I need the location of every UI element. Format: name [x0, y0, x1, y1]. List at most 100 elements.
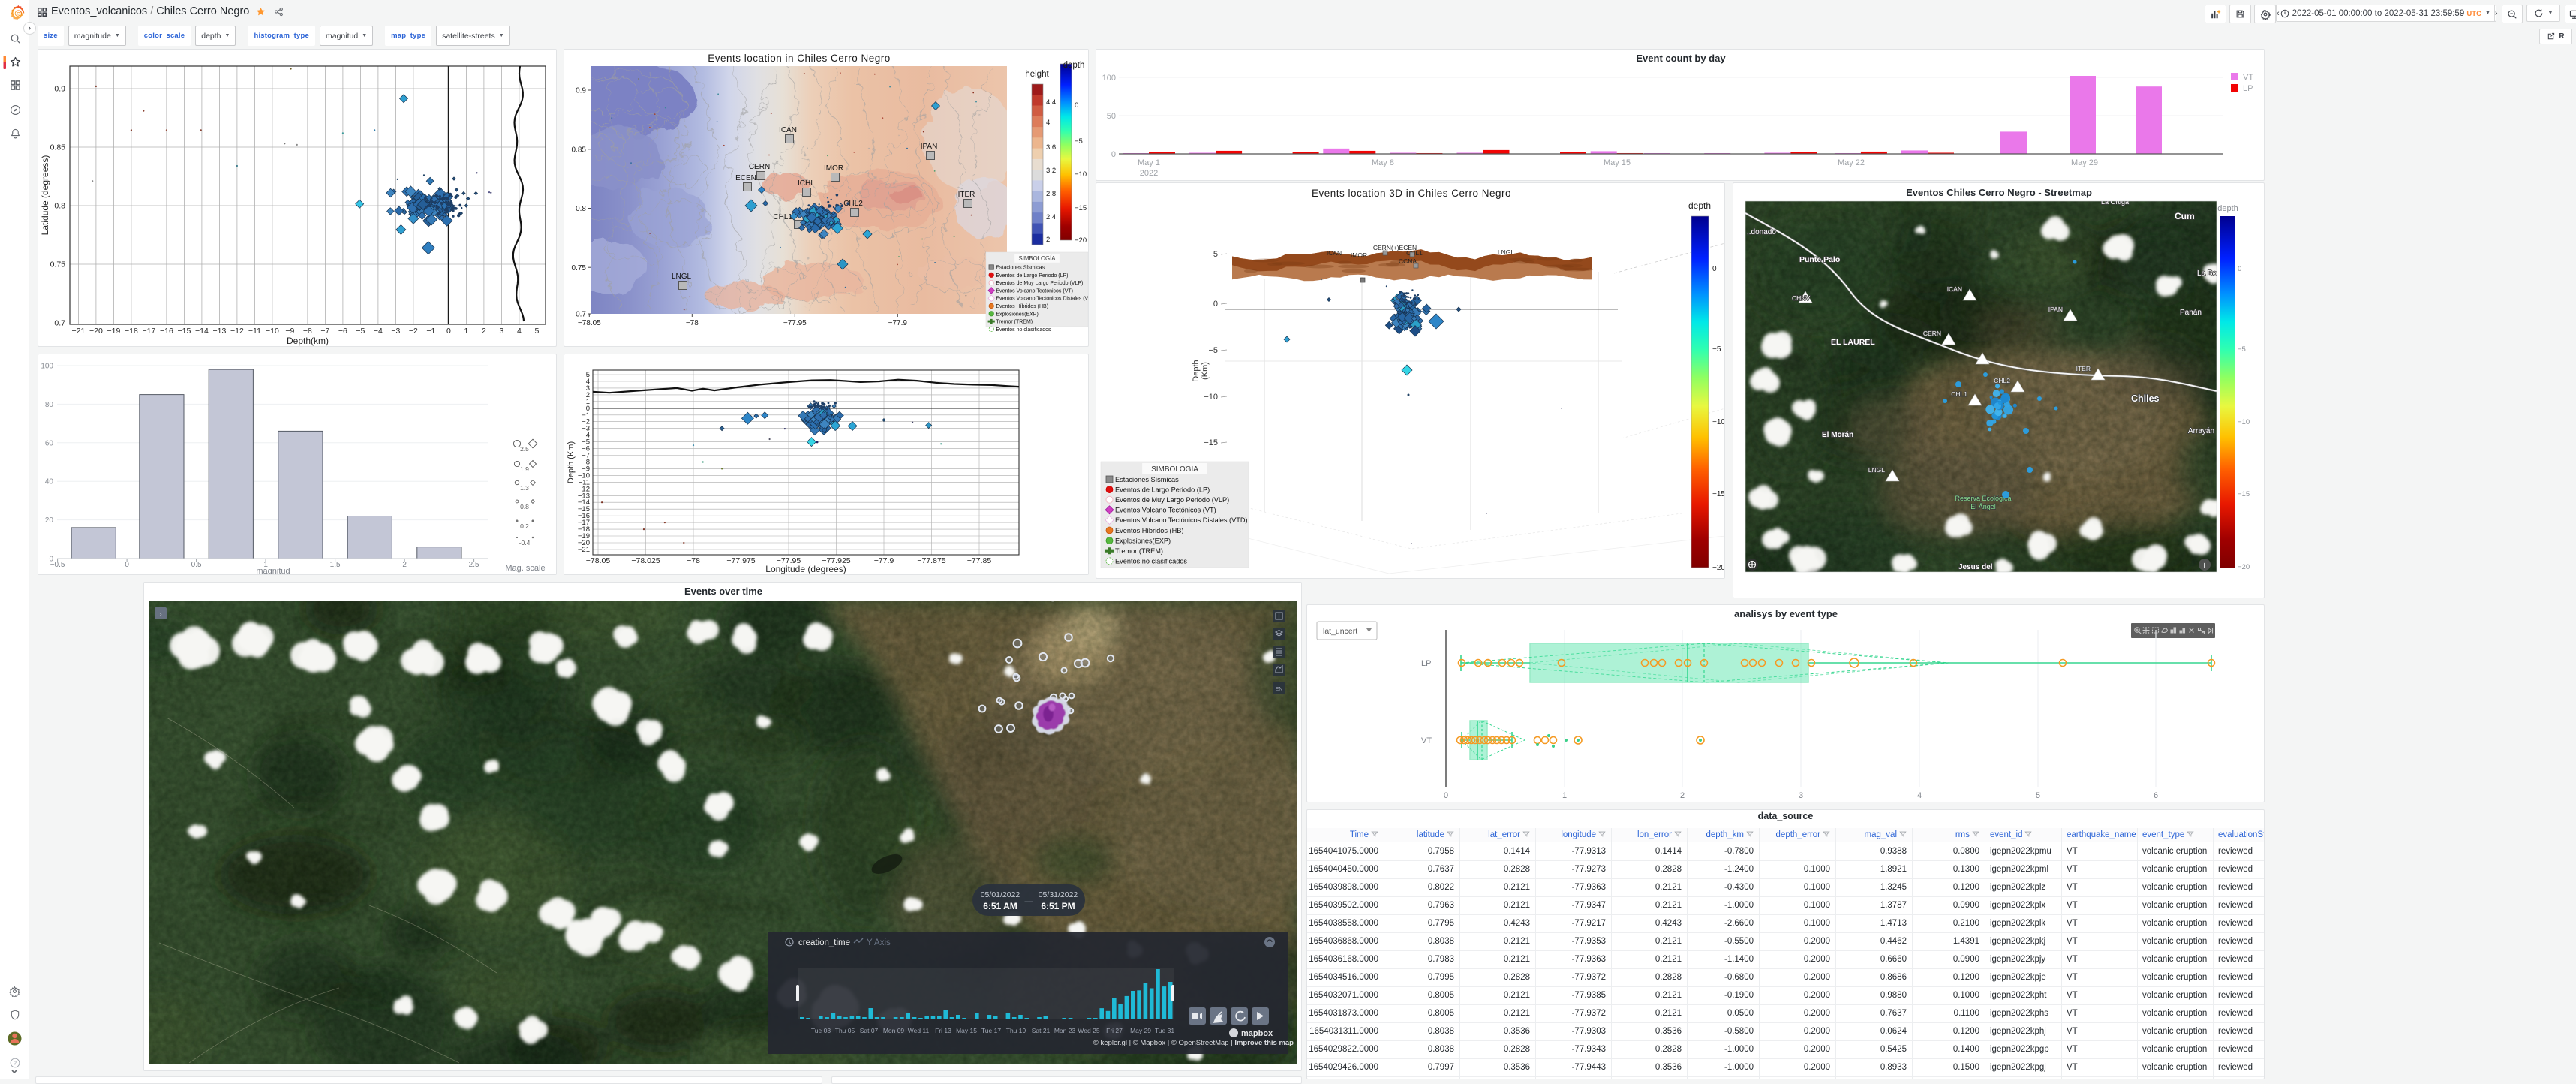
svg-text:El Ángel: El Ángel	[1970, 503, 1996, 510]
svg-text:−10: −10	[1204, 393, 1218, 402]
svg-text:Thu 05: Thu 05	[835, 1027, 855, 1034]
svg-text:magnitud: magnitud	[256, 567, 290, 575]
svg-text:Fri 27: Fri 27	[1106, 1027, 1123, 1034]
svg-text:−21: −21	[71, 327, 85, 336]
svg-text:Events location in Chiles Cerr: Events location in Chiles Cerro Negro	[708, 53, 891, 64]
svg-text:−77.975: −77.975	[726, 556, 755, 565]
svg-text:CHL2: CHL2	[843, 200, 863, 208]
svg-text:?: ?	[14, 1061, 17, 1067]
svg-text:Tremor (TREM): Tremor (TREM)	[1115, 547, 1163, 555]
svg-text:05/31/2022: 05/31/2022	[1039, 890, 1078, 899]
svg-text:IPAN: IPAN	[921, 143, 938, 151]
svg-text:50: 50	[1107, 112, 1116, 121]
svg-text:−14: −14	[195, 327, 209, 336]
svg-text:LNGL: LNGL	[672, 273, 692, 281]
svg-text:−5: −5	[1712, 345, 1721, 354]
svg-text:Latidude (degreess): Latidude (degreess)	[40, 155, 50, 236]
svg-text:20: 20	[45, 516, 54, 525]
svg-text:Eventos Híbridos (HB): Eventos Híbridos (HB)	[1115, 527, 1183, 534]
svg-text:Eventos Híbridos (HB): Eventos Híbridos (HB)	[996, 304, 1048, 309]
svg-text:CHL2: CHL2	[1994, 377, 2010, 384]
svg-text:Eventos Volcano Tectónicos (VT: Eventos Volcano Tectónicos (VT)	[1115, 507, 1216, 514]
svg-text:(Km): (Km)	[1201, 362, 1210, 380]
svg-text:6: 6	[2154, 791, 2158, 800]
svg-text:−77.9: −77.9	[874, 556, 894, 565]
svg-text:0.8: 0.8	[520, 503, 529, 510]
svg-text:0: 0	[446, 327, 451, 336]
svg-text:© kepler.gl | © Mapbox | © Ope: © kepler.gl | © Mapbox | © OpenStreetMap…	[1093, 1039, 1294, 1047]
svg-text:ITER: ITER	[2076, 365, 2091, 372]
svg-text:−19: −19	[107, 327, 120, 336]
svg-text:−1: −1	[426, 327, 435, 336]
svg-text:LP: LP	[2243, 84, 2253, 93]
svg-text:100: 100	[41, 363, 53, 371]
svg-text:5: 5	[1213, 250, 1218, 259]
svg-text:3: 3	[499, 327, 503, 336]
svg-text:ICAN: ICAN	[1327, 249, 1342, 257]
svg-text:−2: −2	[409, 327, 418, 336]
svg-text:CERN: CERN	[1923, 330, 1941, 337]
svg-text:Explosiones(EXP): Explosiones(EXP)	[1115, 537, 1171, 544]
svg-text:LP: LP	[1421, 659, 1431, 668]
svg-text:6:51 AM: 6:51 AM	[983, 901, 1017, 911]
svg-text:Depth(km): Depth(km)	[287, 336, 329, 346]
svg-text:VT: VT	[2243, 73, 2253, 82]
svg-text:−8: −8	[303, 327, 312, 336]
svg-text:Depth (Km): Depth (Km)	[567, 441, 576, 483]
svg-text:0.2: 0.2	[520, 522, 529, 530]
svg-text:lat_uncert: lat_uncert	[1323, 627, 1357, 636]
svg-text:2: 2	[482, 327, 486, 336]
svg-text:−4: −4	[374, 327, 383, 336]
svg-text:−78.05: −78.05	[578, 319, 601, 327]
svg-text:Eventos de Muy Largo Periodo (: Eventos de Muy Largo Periodo (VLP)	[1115, 496, 1229, 504]
svg-text:VT: VT	[1421, 736, 1432, 745]
svg-text:ITER: ITER	[958, 191, 975, 199]
svg-text:40: 40	[45, 478, 54, 486]
svg-text:Tue 31: Tue 31	[1155, 1027, 1174, 1034]
svg-text:−15: −15	[2238, 490, 2250, 498]
svg-text:0.9: 0.9	[576, 87, 586, 95]
svg-text:−21: −21	[578, 546, 590, 554]
svg-text:EN: EN	[1276, 687, 1283, 692]
svg-text:Depth: Depth	[1192, 360, 1201, 381]
svg-text:−77.9: −77.9	[888, 319, 908, 327]
svg-text:0.8: 0.8	[54, 202, 65, 211]
svg-text:0.9: 0.9	[54, 85, 65, 94]
svg-text:4: 4	[517, 327, 522, 336]
svg-text:Chiles: Chiles	[2131, 393, 2160, 404]
svg-text:May 15: May 15	[1604, 158, 1631, 167]
svg-text:−78.05: −78.05	[586, 556, 611, 565]
svg-text:−20: −20	[2238, 563, 2250, 571]
svg-text:0: 0	[1712, 265, 1717, 273]
svg-text:Y Axis: Y Axis	[867, 938, 891, 947]
svg-text:Panán: Panán	[2180, 309, 2202, 317]
svg-text:Wed 25: Wed 25	[1078, 1027, 1099, 1034]
svg-text:−5: −5	[356, 327, 365, 336]
svg-text:0: 0	[1075, 101, 1078, 110]
svg-text:CERN: CERN	[749, 163, 770, 171]
svg-text:May 1: May 1	[1138, 158, 1160, 167]
svg-text:−15: −15	[177, 327, 191, 336]
svg-text:−15: −15	[1075, 204, 1087, 212]
svg-text:Eventos no clasificados: Eventos no clasificados	[996, 327, 1051, 333]
svg-text:Fri 13: Fri 13	[935, 1027, 951, 1034]
svg-text:1.5: 1.5	[330, 561, 341, 569]
svg-text:Punte Palo: Punte Palo	[1799, 255, 1840, 264]
svg-text:2.5: 2.5	[520, 445, 529, 453]
svg-text:Eventos de Muy Largo Periodo (: Eventos de Muy Largo Periodo (VLP)	[996, 281, 1083, 286]
svg-text:−78.025: −78.025	[631, 556, 660, 565]
svg-text:Eventos de Largo Periodo (LP): Eventos de Largo Periodo (LP)	[996, 273, 1068, 279]
svg-text:0.7: 0.7	[54, 319, 65, 328]
svg-text:Eventos Volcano Tectónicos Dis: Eventos Volcano Tectónicos Distales (VTD…	[1115, 516, 1248, 524]
svg-text:0.75: 0.75	[50, 260, 66, 269]
svg-text:ECEN: ECEN	[735, 174, 756, 182]
svg-text:Tremor (TREM): Tremor (TREM)	[996, 320, 1033, 325]
svg-text:0: 0	[2238, 265, 2241, 273]
svg-text:−16: −16	[160, 327, 173, 336]
svg-text:2: 2	[402, 561, 407, 569]
svg-text:−17: −17	[142, 327, 155, 336]
svg-text:Eventos Volcano Tectónicos (VT: Eventos Volcano Tectónicos (VT)	[996, 288, 1073, 294]
svg-text:ICHI: ICHI	[798, 179, 813, 188]
svg-text:ICAN: ICAN	[1947, 285, 1962, 293]
svg-text:0.8: 0.8	[576, 205, 586, 213]
